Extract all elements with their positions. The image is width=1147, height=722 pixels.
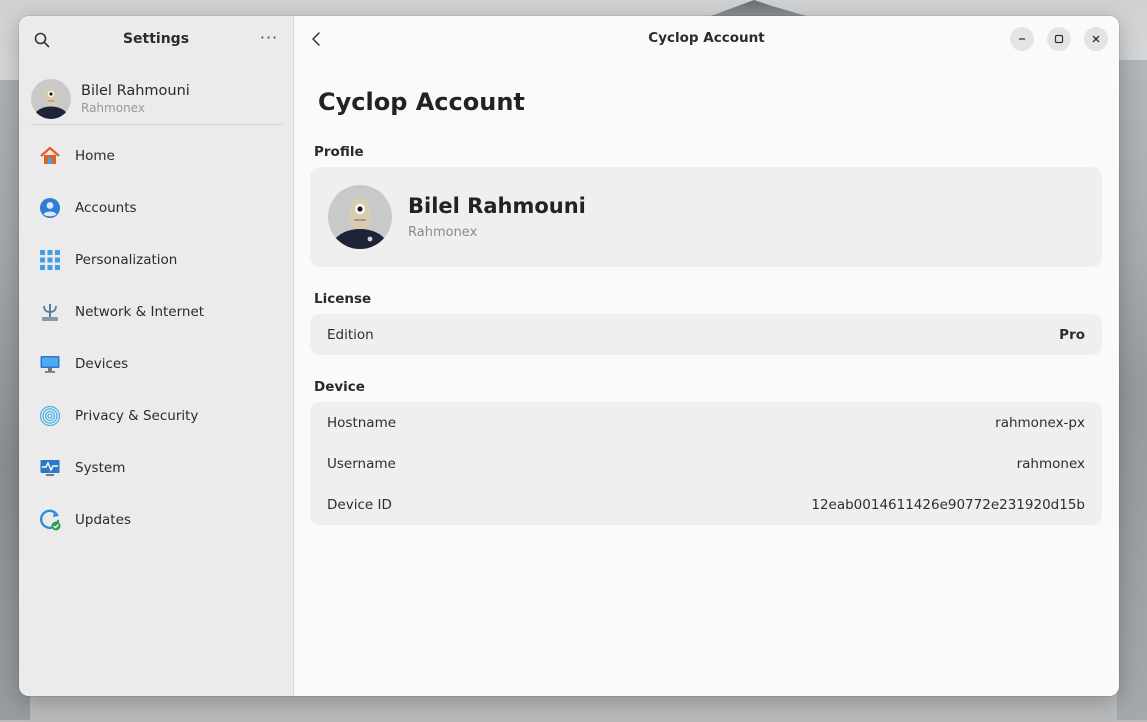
profile-name: Bilel Rahmouni	[408, 194, 586, 218]
sidebar-item-label: System	[75, 460, 126, 476]
sidebar-item-label: Personalization	[75, 252, 178, 268]
sidebar-item-accounts[interactable]: Accounts	[29, 182, 283, 234]
devices-icon	[39, 353, 61, 375]
row-value: rahmonex	[1016, 455, 1085, 472]
accounts-icon	[39, 197, 61, 219]
close-icon	[1092, 35, 1100, 43]
sidebar-item-label: Devices	[75, 356, 129, 372]
sidebar-item-home[interactable]: Home	[29, 130, 283, 182]
avatar	[328, 185, 392, 249]
list-item: Username rahmonex	[310, 443, 1102, 484]
personalization-icon	[39, 249, 61, 271]
profile-username: Rahmonex	[408, 225, 478, 240]
settings-window: Settings ··· Bilel Rahmouni Rahmonex Hom…	[19, 16, 1119, 696]
profile-card: Bilel Rahmouni Rahmonex	[310, 167, 1102, 267]
minimize-button[interactable]	[1010, 27, 1034, 51]
sidebar-item-label: Accounts	[75, 200, 137, 216]
list-item: Edition Pro	[310, 314, 1102, 355]
license-section-label: License	[314, 291, 372, 307]
sidebar-user-username: Rahmonex	[81, 101, 145, 115]
sidebar-item-label: Network & Internet	[75, 304, 205, 320]
sidebar-nav: Home Accounts Personalization Network & …	[29, 130, 283, 546]
avatar	[31, 79, 71, 119]
minimize-icon	[1019, 38, 1025, 40]
header-title: Cyclop Account	[648, 30, 765, 46]
sidebar-item-updates[interactable]: Updates	[29, 494, 283, 546]
list-item: Device ID 12eab0014611426e90772e231920d1…	[310, 484, 1102, 525]
device-section-label: Device	[314, 379, 365, 395]
sidebar-header: Settings ···	[19, 16, 293, 62]
profile-section-label: Profile	[314, 144, 364, 160]
system-icon	[39, 457, 61, 479]
row-value: 12eab0014611426e90772e231920d15b	[811, 496, 1085, 513]
sidebar-item-devices[interactable]: Devices	[29, 338, 283, 390]
sidebar-title: Settings	[122, 31, 190, 47]
sidebar: Settings ··· Bilel Rahmouni Rahmonex Hom…	[19, 16, 294, 696]
license-card: Edition Pro	[310, 314, 1102, 355]
row-key: Device ID	[327, 496, 392, 513]
sidebar-item-label: Home	[75, 148, 115, 164]
close-button[interactable]	[1084, 27, 1108, 51]
fingerprint-icon	[39, 405, 61, 427]
row-key: Edition	[327, 326, 374, 343]
main-content: Cyclop Account Cyclop Account Profile Bi…	[294, 16, 1119, 696]
sidebar-divider	[31, 124, 283, 125]
network-icon	[39, 301, 61, 323]
row-key: Username	[327, 455, 396, 472]
row-value: rahmonex-px	[995, 414, 1085, 431]
header-bar: Cyclop Account	[294, 16, 1119, 62]
row-value: Pro	[1059, 326, 1085, 343]
list-item: Hostname rahmonex-px	[310, 402, 1102, 443]
maximize-button[interactable]	[1047, 27, 1071, 51]
page-title: Cyclop Account	[318, 88, 525, 116]
more-options-icon[interactable]: ···	[259, 28, 279, 48]
sidebar-item-label: Updates	[75, 512, 131, 528]
sidebar-item-system[interactable]: System	[29, 442, 283, 494]
sidebar-item-privacy-security[interactable]: Privacy & Security	[29, 390, 283, 442]
sidebar-item-network[interactable]: Network & Internet	[29, 286, 283, 338]
wallpaper-right	[1117, 60, 1147, 720]
sidebar-item-personalization[interactable]: Personalization	[29, 234, 283, 286]
home-icon	[39, 145, 61, 167]
sidebar-item-label: Privacy & Security	[75, 408, 199, 424]
sidebar-user-card[interactable]: Bilel Rahmouni Rahmonex	[31, 72, 283, 126]
updates-icon	[39, 509, 61, 531]
device-card: Hostname rahmonex-px Username rahmonex D…	[310, 402, 1102, 525]
row-key: Hostname	[327, 414, 397, 431]
sidebar-user-name: Bilel Rahmouni	[81, 83, 190, 99]
maximize-icon	[1054, 34, 1064, 44]
